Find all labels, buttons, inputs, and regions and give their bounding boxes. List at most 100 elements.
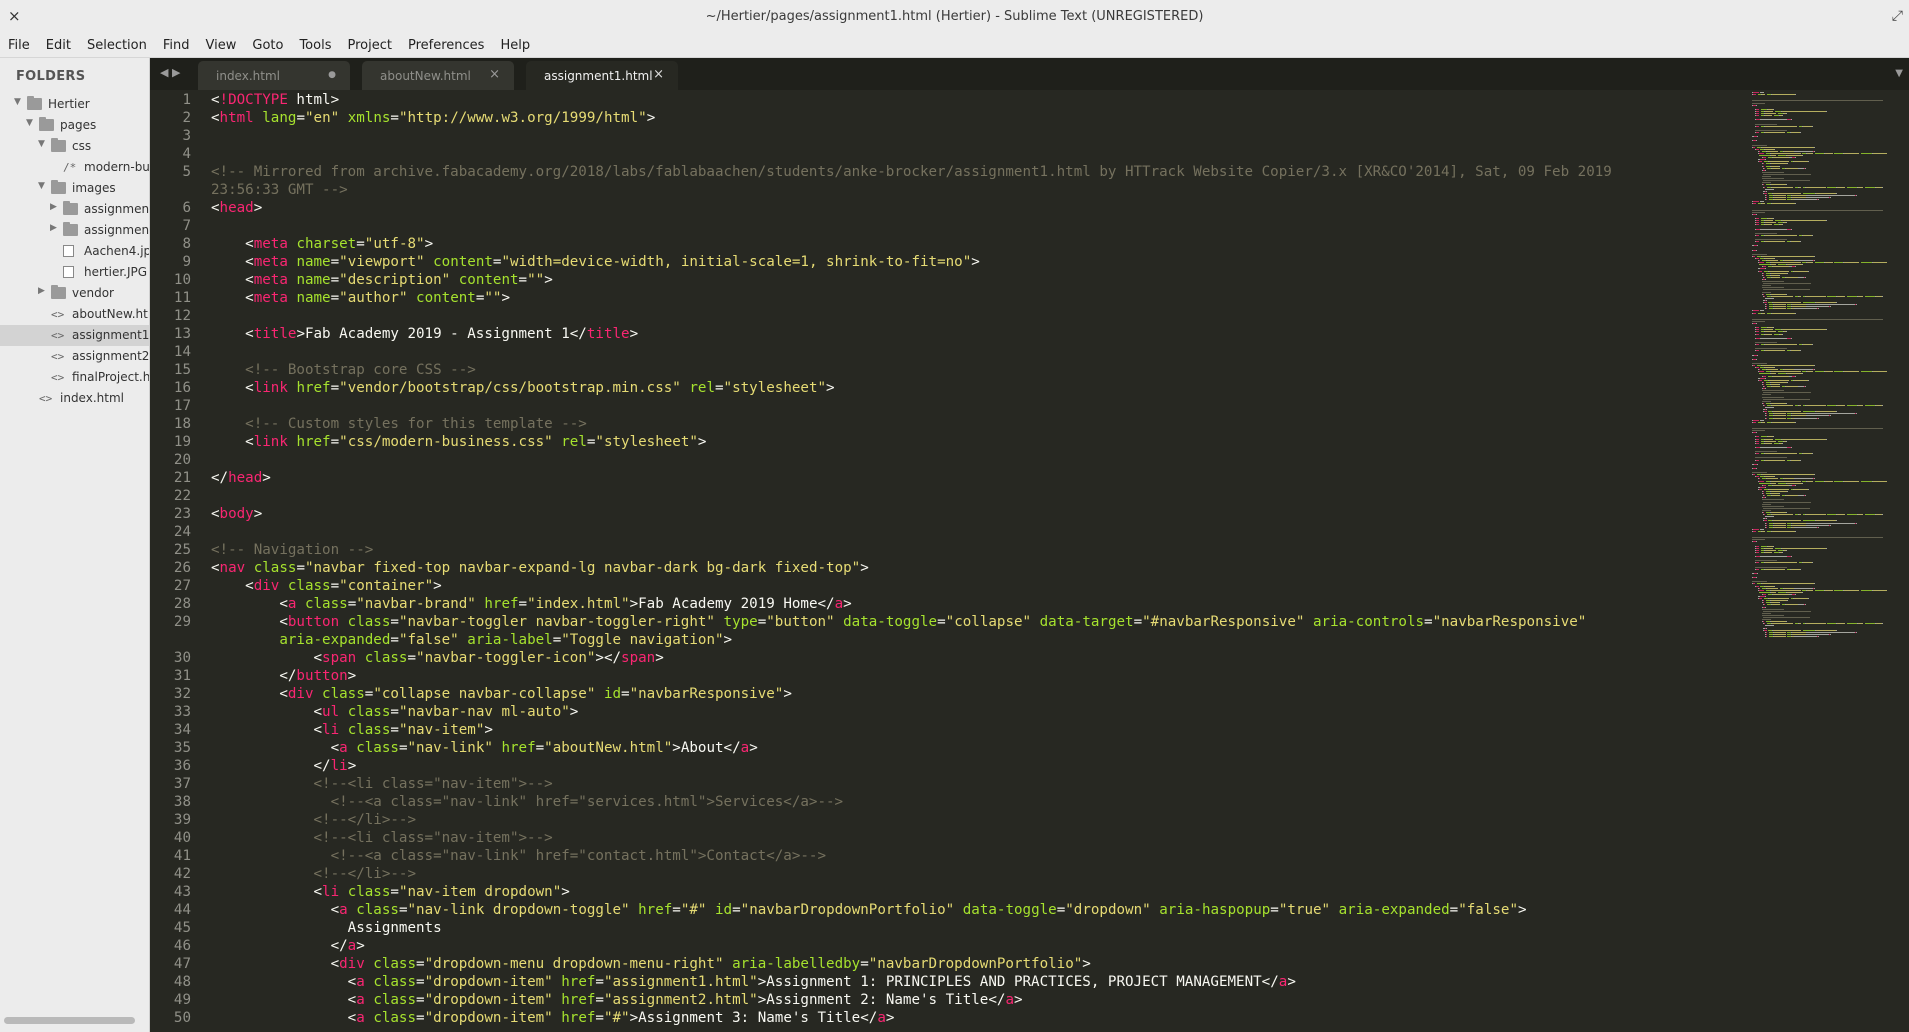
minimap-stroke: [1814, 146, 1816, 148]
sidebar-item-aachen4-jpg[interactable]: Aachen4.jpg: [0, 241, 149, 262]
code-text: <a class="dropdown-item" href="#">Assign…: [211, 1009, 895, 1027]
menu-goto[interactable]: Goto: [244, 34, 291, 57]
minimap-stroke: [1847, 295, 1858, 297]
code-editor[interactable]: 1 <!DOCTYPE html> 2 <html lang="en" xmlns="…: [150, 90, 1750, 1032]
sidebar-item-modern-business-css[interactable]: /* modern-business.css: [0, 157, 149, 178]
minimap-stroke: [1771, 163, 1787, 165]
sidebar-item-css[interactable]: ▼ css: [0, 136, 149, 157]
minimap-stroke: [1772, 514, 1793, 516]
maximize-icon[interactable]: ⤢: [1892, 8, 1903, 24]
sidebar-item-assignment2-html[interactable]: <> assignment2.html: [0, 346, 149, 367]
minimap-stroke: [1778, 482, 1787, 484]
tab-assignment1[interactable]: assignment1.html ×: [526, 61, 678, 90]
sidebar-item-hertier-jpg[interactable]: hertier.JPG: [0, 262, 149, 283]
menu-find[interactable]: Find: [155, 34, 198, 57]
minimap-stroke: [1795, 312, 1797, 314]
code-token: href: [296, 434, 331, 450]
minimap-stroke: [1865, 623, 1876, 625]
minimap-stroke: [1764, 629, 1767, 631]
minimap-stroke: [1791, 522, 1806, 524]
code-token: <: [211, 92, 220, 108]
chevron-down-icon[interactable]: ▼: [26, 118, 33, 128]
sidebar-item-hertier[interactable]: ▼ Hertier: [0, 94, 149, 115]
minimap-stroke: [1787, 591, 1803, 593]
minimap[interactable]: [1750, 90, 1909, 1032]
minimap-stroke: [1803, 629, 1816, 631]
close-tab-icon[interactable]: ×: [489, 67, 500, 82]
minimap-stroke: [1752, 211, 1765, 213]
minimap-stroke: [1752, 430, 1765, 432]
menu-tools[interactable]: Tools: [291, 34, 339, 57]
minimap-stroke: [1816, 302, 1837, 303]
minimap-stroke: [1802, 344, 1813, 345]
unsaved-dot-icon[interactable]: ●: [328, 70, 336, 80]
sidebar-item-pages[interactable]: ▼ pages: [0, 115, 149, 136]
minimap-stroke: [1784, 587, 1794, 589]
minimap-stroke: [1779, 493, 1780, 495]
minimap-stroke: [1765, 308, 1767, 310]
minimap-stroke: [1763, 507, 1810, 509]
code-token: >: [655, 650, 664, 666]
minimap-stroke: [1882, 404, 1883, 406]
minimap-stroke: [1765, 631, 1767, 633]
menu-edit[interactable]: Edit: [38, 34, 79, 57]
menu-project[interactable]: Project: [339, 34, 399, 57]
sidebar-item-assignment2[interactable]: ▶ assignment2: [0, 220, 149, 241]
minimap-stroke: [1762, 530, 1766, 532]
code-token: <: [211, 740, 340, 756]
menu-preferences[interactable]: Preferences: [400, 34, 492, 57]
line-number: 17: [173, 398, 191, 414]
minimap-stroke: [1786, 184, 1788, 186]
minimap-stroke: [1760, 528, 1765, 530]
minimap-stroke: [1772, 276, 1780, 278]
sidebar-item-vendor[interactable]: ▶ vendor: [0, 283, 149, 304]
close-tab-icon[interactable]: ×: [653, 67, 664, 82]
line-number: 36: [173, 758, 191, 774]
tab-nav-arrows[interactable]: ◀ ▶: [160, 66, 180, 79]
tab-overflow-icon[interactable]: ▼: [1895, 68, 1903, 79]
minimap-stroke: [1756, 350, 1760, 352]
menu-selection[interactable]: Selection: [79, 34, 155, 57]
code-token: </: [211, 470, 229, 486]
minimap-stroke: [1762, 583, 1815, 585]
code-token: <: [211, 1010, 357, 1026]
sidebar-item-finalproject-html[interactable]: <> finalProject.html: [0, 367, 149, 388]
minimap-stroke: [1827, 295, 1837, 297]
code-token: html: [219, 110, 254, 126]
minimap-stroke: [1759, 478, 1761, 480]
code-token: li: [322, 884, 340, 900]
chevron-down-icon[interactable]: ▼: [38, 181, 45, 191]
minimap-stroke: [1753, 255, 1756, 257]
minimap-stroke: [1759, 488, 1762, 490]
minimap-stroke: [1759, 587, 1761, 589]
chevron-right-icon[interactable]: ▶: [38, 286, 45, 296]
minimap-stroke: [1753, 201, 1760, 203]
code-token: >: [843, 596, 852, 612]
minimap-stroke: [1808, 270, 1810, 272]
code-token: >: [783, 686, 792, 702]
chevron-right-icon[interactable]: ▶: [50, 202, 57, 212]
sidebar-item-assignment1[interactable]: ▶ assignment1: [0, 199, 149, 220]
minimap-stroke: [1795, 593, 1796, 595]
sidebar-scrollbar[interactable]: [4, 1017, 135, 1024]
sidebar-item-assignment1-html[interactable]: <> assignment1.html: [0, 325, 149, 346]
minimap-stroke: [1760, 228, 1788, 230]
menu-help[interactable]: Help: [492, 34, 538, 57]
tab-aboutnew[interactable]: aboutNew.html ×: [362, 61, 514, 90]
sidebar-item-index-html[interactable]: <> index.html: [0, 388, 149, 409]
chevron-right-icon[interactable]: ▶: [50, 223, 57, 233]
chevron-down-icon[interactable]: ▼: [14, 97, 21, 107]
sidebar-item-aboutnew-html[interactable]: <> aboutNew.html: [0, 304, 149, 325]
sidebar-item-images[interactable]: ▼ images: [0, 178, 149, 199]
chevron-down-icon[interactable]: ▼: [38, 139, 45, 149]
minimap-stroke: [1762, 203, 1766, 205]
minimap-stroke: [1806, 524, 1830, 526]
minimap-stroke: [1771, 493, 1779, 495]
minimap-stroke: [1764, 625, 1774, 627]
menu-view[interactable]: View: [198, 34, 245, 57]
menu-file[interactable]: File: [0, 34, 38, 57]
tab-index[interactable]: index.html ●: [198, 61, 350, 90]
code-token: class: [347, 614, 391, 630]
minimap-stroke: [1802, 125, 1813, 127]
minimap-stroke: [1814, 255, 1816, 257]
